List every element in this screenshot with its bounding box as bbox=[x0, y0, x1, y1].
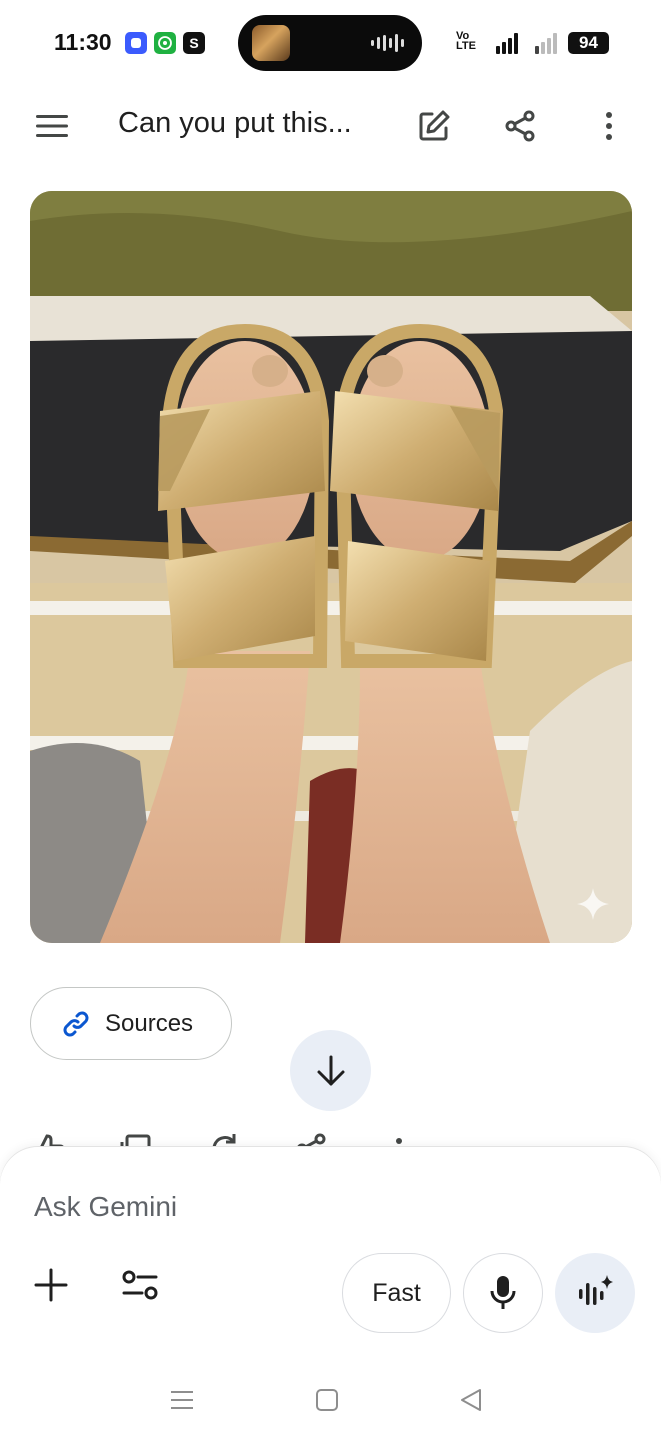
gemini-live-button[interactable] bbox=[555, 1253, 635, 1333]
sandals-photo bbox=[30, 191, 632, 943]
whatsapp-icon bbox=[154, 32, 176, 54]
messenger-icon bbox=[125, 32, 147, 54]
tools-button[interactable] bbox=[110, 1255, 170, 1315]
live-audio-sparkle-icon bbox=[579, 1275, 613, 1305]
chat-title[interactable]: Can you put this... bbox=[118, 107, 352, 140]
new-chat-button[interactable] bbox=[404, 96, 464, 156]
tune-icon bbox=[122, 1270, 158, 1300]
recent-apps-icon bbox=[171, 1391, 193, 1409]
model-mode-button[interactable]: Fast bbox=[342, 1253, 451, 1333]
more-options-button[interactable] bbox=[579, 96, 639, 156]
ai-sparkle-watermark-icon bbox=[577, 888, 609, 920]
home-button[interactable] bbox=[307, 1384, 347, 1416]
voice-input-button[interactable] bbox=[463, 1253, 543, 1333]
menu-icon bbox=[36, 115, 68, 137]
arrow-down-icon bbox=[317, 1055, 344, 1085]
system-navigation-bar bbox=[0, 1378, 661, 1422]
status-time: 11:30 bbox=[54, 29, 112, 55]
s-app-icon: S bbox=[183, 32, 205, 54]
ask-gemini-input[interactable] bbox=[34, 1187, 594, 1227]
back-button[interactable] bbox=[451, 1384, 491, 1416]
audio-wave-icon bbox=[371, 34, 404, 52]
home-square-icon bbox=[316, 1389, 338, 1411]
microphone-icon bbox=[490, 1276, 516, 1309]
link-icon bbox=[63, 1011, 89, 1036]
app-header: Can you put this... bbox=[0, 84, 661, 168]
back-triangle-icon bbox=[461, 1389, 481, 1411]
share-button[interactable] bbox=[490, 96, 550, 156]
plus-icon bbox=[34, 1268, 68, 1302]
recent-apps-button[interactable] bbox=[162, 1384, 202, 1416]
edit-icon bbox=[419, 110, 450, 141]
battery-indicator: 94 bbox=[568, 32, 609, 54]
sources-label: Sources bbox=[105, 1009, 194, 1037]
scroll-to-bottom-button[interactable] bbox=[290, 1030, 371, 1111]
share-icon bbox=[505, 110, 535, 142]
dynamic-island[interactable] bbox=[238, 15, 422, 71]
signal-weak-icon bbox=[535, 32, 557, 54]
signal-icon bbox=[496, 32, 518, 54]
more-vertical-icon bbox=[606, 112, 612, 140]
add-attachment-button[interactable] bbox=[21, 1255, 81, 1315]
generated-image[interactable] bbox=[30, 191, 632, 943]
menu-button[interactable] bbox=[22, 96, 82, 156]
network-type-label: Vo LTE bbox=[456, 30, 476, 52]
sources-button[interactable]: Sources bbox=[30, 987, 232, 1060]
media-thumbnail bbox=[252, 25, 290, 61]
s-app-glyph: S bbox=[189, 35, 199, 51]
status-bar: 11:30 S Vo LTE 94 bbox=[0, 0, 661, 84]
